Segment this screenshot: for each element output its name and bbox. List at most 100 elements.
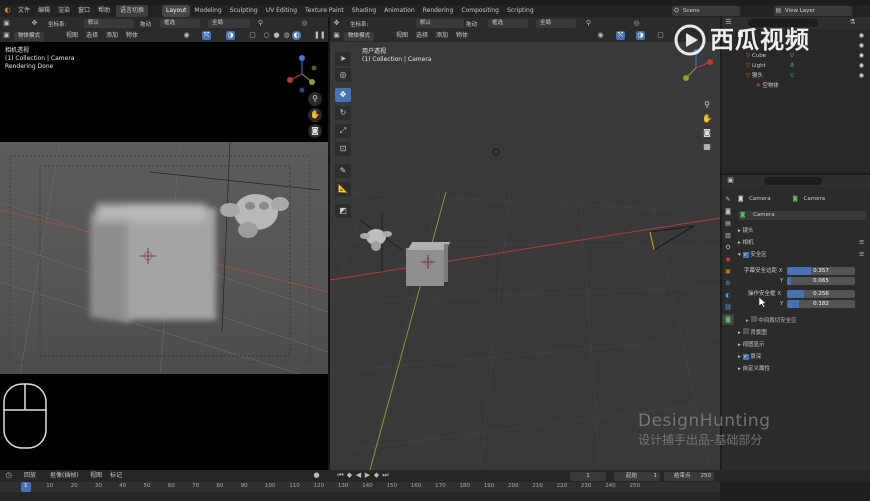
outliner-row-light[interactable]: ▽ Light ♁ ◉: [722, 61, 870, 71]
tab-compositing[interactable]: Compositing: [457, 5, 503, 17]
left-viewport[interactable]: ▣ 物体模式 视图 选择 添加 物体 ◉ ⤧ ◑ ▢ ○ ● ◍ ◐ ❚❚ 相机…: [0, 30, 328, 470]
monkey-object[interactable]: [360, 224, 394, 254]
eye-icon[interactable]: ◉: [859, 41, 864, 51]
output-tab-icon[interactable]: ▤: [722, 218, 734, 229]
timeline-playback-menu[interactable]: 回放: [20, 470, 40, 482]
action-safe-x-slider[interactable]: 0.256: [787, 290, 855, 298]
drag-label[interactable]: 拖动: [140, 20, 151, 28]
main-menu-view[interactable]: 视图: [392, 30, 412, 42]
overlay-toggle-icon-main[interactable]: ◑: [636, 31, 645, 40]
properties-search[interactable]: [764, 177, 822, 185]
left-zoom-icon[interactable]: ⚲: [308, 92, 322, 106]
safe-areas-checkbox[interactable]: ✓: [742, 252, 749, 258]
section-safe-areas[interactable]: ▾ ✓ 安全区 ☰: [738, 249, 868, 261]
left-pan-icon[interactable]: ✋: [308, 108, 322, 122]
left-menu-add[interactable]: 添加: [102, 30, 122, 42]
timeline-type-icon[interactable]: ◷: [4, 471, 13, 480]
timeline-ruler[interactable]: 1 10 20 30 40 50 60 70 80 90 100 110 120 130 140 150 160…: [0, 482, 720, 492]
blender-logo-icon[interactable]: ◐: [3, 6, 12, 15]
current-frame-field[interactable]: 1: [570, 472, 606, 481]
outliner-row-empty[interactable]: ✛ 空物体: [722, 81, 870, 91]
tab-rendering[interactable]: Rendering: [419, 5, 458, 17]
xray-icon-left[interactable]: ▢: [248, 31, 257, 40]
modifier-tab-icon[interactable]: ⚙: [722, 278, 734, 289]
gizmo-toggle-icon-main[interactable]: ⤧: [616, 31, 625, 40]
eye-icon[interactable]: ◉: [859, 51, 864, 61]
section-viewport-display[interactable]: ▸ 视图显示: [738, 339, 868, 351]
main-camera-view-icon[interactable]: ◙: [700, 126, 714, 140]
next-key-icon[interactable]: ◆: [372, 471, 381, 480]
section-custom-props[interactable]: ▸ 自定义属性: [738, 363, 868, 375]
tab-layout[interactable]: Layout: [162, 5, 191, 17]
constraint-tab-icon[interactable]: ⛓: [722, 302, 734, 313]
properties-type-icon[interactable]: ▣: [726, 176, 735, 185]
proportional-icon[interactable]: ◎: [300, 19, 309, 28]
select-mode-dropdown[interactable]: 框选: [160, 19, 200, 28]
left-camera-view-icon[interactable]: ◙: [308, 124, 322, 138]
overlay-toggle-icon-left[interactable]: ◑: [226, 31, 235, 40]
gizmo-toggle-icon-left[interactable]: ⤧: [202, 31, 211, 40]
section-lens[interactable]: ▸ 镜头: [738, 225, 868, 237]
pause-icon-left[interactable]: ❚❚: [314, 31, 326, 40]
start-frame-field[interactable]: 起始 1: [614, 472, 660, 481]
main-menu-add[interactable]: 添加: [432, 30, 452, 42]
menu-window[interactable]: 窗口: [74, 5, 94, 17]
title-safe-x-slider[interactable]: 0.357: [787, 267, 855, 275]
snap-icon[interactable]: ⚲: [256, 19, 265, 28]
snap-icon-right[interactable]: ⚲: [584, 19, 593, 28]
center-cut-checkbox[interactable]: [750, 316, 757, 322]
action-safe-y-slider[interactable]: 0.182: [787, 300, 855, 308]
timeline-marker-menu[interactable]: 标记: [106, 470, 126, 482]
main-perspective-icon[interactable]: ▦: [700, 140, 714, 154]
left-mode-dropdown[interactable]: 物体模式: [14, 32, 45, 41]
pivot-dropdown-right[interactable]: 全局: [536, 19, 576, 28]
view-layer-selector[interactable]: ▤ View Layer: [774, 6, 852, 16]
shading-material-icon-left[interactable]: ◍: [282, 31, 291, 40]
record-icon[interactable]: ●: [312, 471, 321, 480]
sub-section-center-cut[interactable]: ▸ 中间裁切安全区: [746, 315, 797, 327]
tab-shading[interactable]: Shading: [348, 5, 380, 17]
preset-list-icon[interactable]: ☰: [859, 249, 864, 261]
camera-data-tab-icon[interactable]: ◙: [722, 314, 734, 325]
scene-selector[interactable]: ⛭ Scene: [672, 6, 740, 16]
main-menu-object[interactable]: 物体: [452, 30, 472, 42]
language-switch-button[interactable]: 语言切换: [116, 5, 149, 17]
object-tab-icon[interactable]: ▣: [722, 266, 734, 277]
editor-type-icon-main[interactable]: ▣: [332, 31, 341, 40]
menu-render[interactable]: 渲染: [54, 5, 74, 17]
coord-dropdown-right[interactable]: 默认: [416, 19, 464, 28]
proportional-icon-right[interactable]: ◎: [632, 19, 641, 28]
tab-modeling[interactable]: Modeling: [190, 5, 225, 17]
section-background-images[interactable]: ▸ 背景图: [738, 327, 868, 339]
world-tab-icon[interactable]: ◉: [722, 254, 734, 265]
tab-animation[interactable]: Animation: [380, 5, 419, 17]
menu-help[interactable]: 帮助: [94, 5, 114, 17]
preset-list-icon[interactable]: ☰: [859, 237, 864, 249]
scene-tab-icon[interactable]: ⛭: [722, 242, 734, 253]
bg-images-checkbox[interactable]: [742, 328, 749, 334]
timeline-body[interactable]: [0, 492, 720, 501]
shading-solid-icon-left[interactable]: ●: [272, 31, 281, 40]
main-zoom-icon[interactable]: ⚲: [700, 98, 714, 112]
pivot-dropdown[interactable]: 全局: [208, 19, 250, 28]
select-mode-dropdown-right[interactable]: 框选: [488, 19, 528, 28]
end-frame-field[interactable]: 结束点 250: [664, 472, 714, 481]
play-icon[interactable]: ▶: [363, 471, 372, 480]
drag-label-right[interactable]: 拖动: [466, 20, 477, 28]
main-pan-icon[interactable]: ✋: [700, 112, 714, 126]
eye-icon[interactable]: ◉: [859, 71, 864, 81]
tab-uv-editing[interactable]: UV Editing: [262, 5, 301, 17]
main-mode-dropdown[interactable]: 物体模式: [344, 32, 375, 41]
shading-render-icon-left[interactable]: ◐: [292, 31, 301, 40]
dof-checkbox[interactable]: ✓: [742, 354, 749, 360]
menu-edit[interactable]: 编辑: [34, 5, 54, 17]
render-tab-icon[interactable]: ◙: [722, 206, 734, 217]
transform-icon-right[interactable]: ✥: [332, 19, 341, 28]
tab-sculpting[interactable]: Sculpting: [226, 5, 262, 17]
left-menu-object[interactable]: 物体: [122, 30, 142, 42]
physics-tab-icon[interactable]: ◐: [722, 290, 734, 301]
main-viewport[interactable]: ▣ 物体模式 视图 选择 添加 物体 ◉ ⤧ ◑ ▢ 用户透视 (1) Coll…: [330, 30, 720, 470]
menu-file[interactable]: 文件: [14, 5, 34, 17]
left-menu-view[interactable]: 视图: [62, 30, 82, 42]
visibility-icon-main[interactable]: ◉: [596, 31, 605, 40]
